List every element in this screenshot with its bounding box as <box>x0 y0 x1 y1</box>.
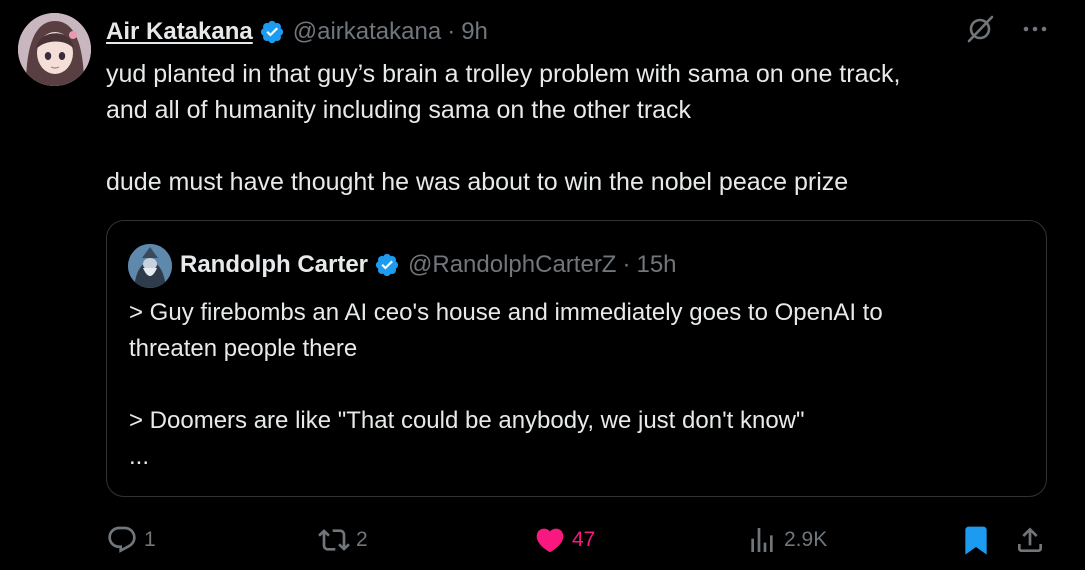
separator-dot: · <box>447 18 456 45</box>
reply-button[interactable]: 1 <box>106 520 156 560</box>
author-avatar[interactable] <box>18 13 91 86</box>
tweet-header: Air Katakana @airkatakana · 9h <box>106 14 488 50</box>
author-display-name[interactable]: Air Katakana <box>106 18 253 46</box>
bookmark-icon <box>965 526 987 555</box>
views-icon <box>751 528 773 552</box>
reply-count: 1 <box>144 528 156 551</box>
tweet-timestamp[interactable]: 9h <box>461 18 488 46</box>
share-icon <box>1018 527 1042 552</box>
quoted-tweet-text: > Guy firebombs an AI ceo's house and im… <box>129 295 1019 475</box>
author-handle[interactable]: @airkatakana <box>293 18 441 46</box>
grok-icon[interactable] <box>965 14 995 44</box>
tweet: Air Katakana @airkatakana · 9h yud plant… <box>0 0 1085 570</box>
quoted-text-line: threaten people there <box>129 335 358 362</box>
views-count: 2.9K <box>784 528 828 551</box>
quoted-text-line: > Doomers are like "That could be anybod… <box>129 407 805 434</box>
reply-icon <box>108 526 136 553</box>
views-button[interactable]: 2.9K <box>746 520 827 560</box>
separator-dot: · <box>622 251 631 278</box>
tweet-text-line: yud planted in that guy’s brain a trolle… <box>106 60 901 88</box>
bookmark-button[interactable] <box>960 520 992 560</box>
quoted-author-avatar[interactable] <box>128 244 172 288</box>
tweet-text: yud planted in that guy’s brain a trolle… <box>106 56 1046 200</box>
quoted-tweet[interactable]: Randolph Carter @RandolphCarterZ · 15h >… <box>106 220 1047 497</box>
quoted-text-line: > Guy firebombs an AI ceo's house and im… <box>129 299 883 326</box>
retweet-count: 2 <box>356 528 368 551</box>
tweet-text-line: dude must have thought he was about to w… <box>106 168 849 196</box>
action-bar: 1 2 47 2.9K <box>106 520 1051 560</box>
heart-icon <box>536 528 564 553</box>
retweet-button[interactable]: 2 <box>318 520 368 560</box>
quoted-author-display-name[interactable]: Randolph Carter <box>180 251 368 279</box>
quoted-tweet-timestamp: 15h <box>636 251 677 278</box>
share-button[interactable] <box>1014 520 1046 560</box>
quoted-text-ellipsis: ... <box>129 443 150 470</box>
top-actions <box>965 14 1049 44</box>
verified-badge-icon <box>375 253 399 277</box>
quoted-author-handle: @RandolphCarterZ <box>408 251 617 278</box>
retweet-icon <box>318 529 350 551</box>
quoted-avatar-image <box>128 244 172 288</box>
quoted-tweet-header: Randolph Carter @RandolphCarterZ · 15h <box>180 247 677 283</box>
more-icon[interactable] <box>1021 15 1049 43</box>
like-count: 47 <box>572 528 596 551</box>
tweet-text-line: and all of humanity including sama on th… <box>106 96 692 124</box>
like-button[interactable]: 47 <box>534 520 595 560</box>
avatar-image <box>18 13 91 86</box>
verified-badge-icon <box>260 20 283 44</box>
